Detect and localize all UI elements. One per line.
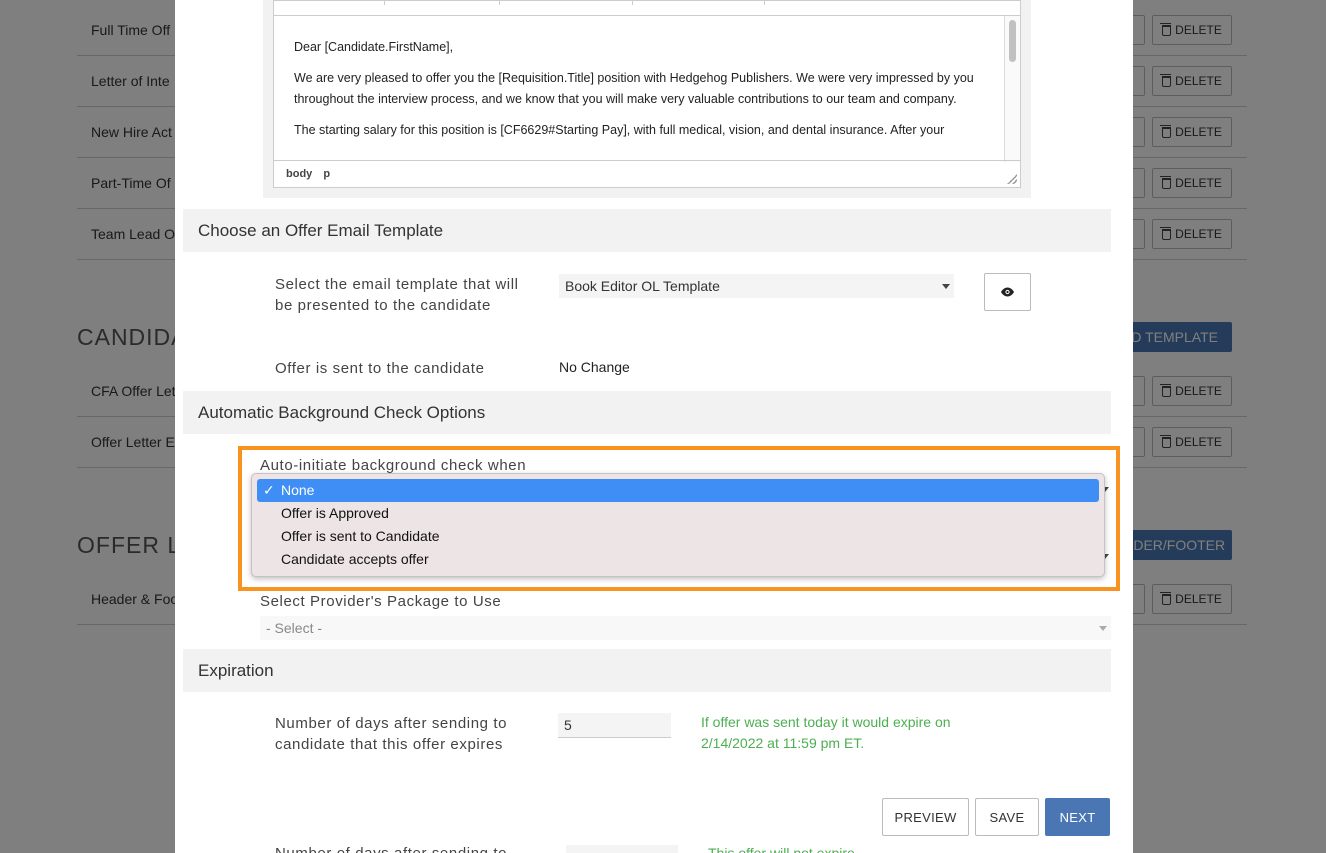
- preview-button[interactable]: PREVIEW: [882, 798, 969, 836]
- offer-sent-label: Offer is sent to the candidate: [275, 360, 485, 377]
- section-header-expiration: Expiration: [183, 649, 1111, 692]
- editor-paragraph: Dear [Candidate.FirstName],: [294, 40, 454, 54]
- scrollbar-thumb[interactable]: [1009, 20, 1016, 62]
- editor-statusbar: body p: [274, 160, 1020, 187]
- chevron-down-icon: [1099, 626, 1107, 631]
- element-path-p[interactable]: p: [323, 168, 330, 180]
- section-header-email-template: Choose an Offer Email Template: [183, 209, 1111, 252]
- editor-container: Dear [Candidate.FirstName], We are very …: [263, 0, 1031, 198]
- preview-template-button[interactable]: [984, 273, 1031, 311]
- no-expire-note: This offer will not expire: [708, 845, 855, 853]
- element-path-body[interactable]: body: [286, 168, 312, 180]
- eye-icon: [1001, 287, 1014, 297]
- expiration-note: If offer was sent today it would expire …: [701, 714, 951, 751]
- editor-scrollbar[interactable]: [1004, 16, 1020, 162]
- checkmark-icon: ✓: [263, 482, 275, 498]
- dropdown-option-none[interactable]: ✓ None: [257, 479, 1099, 502]
- second-days-label: Number of days after sending to: [275, 843, 507, 853]
- second-days-input[interactable]: [566, 845, 678, 853]
- section-header-background-check: Automatic Background Check Options: [183, 391, 1111, 434]
- dropdown-option-candidate-accepts[interactable]: Candidate accepts offer: [257, 548, 1099, 571]
- dropdown-option-offer-approved[interactable]: Offer is Approved: [257, 502, 1099, 525]
- chevron-down-icon: [942, 284, 950, 289]
- dropdown-option-offer-sent[interactable]: Offer is sent to Candidate: [257, 525, 1099, 548]
- next-button[interactable]: NEXT: [1045, 798, 1110, 836]
- editor-toolbar: [274, 1, 1020, 16]
- rich-text-editor: Dear [Candidate.FirstName], We are very …: [273, 0, 1021, 188]
- resize-handle-icon[interactable]: [1007, 174, 1017, 184]
- expiration-days-label: Number of days after sending to candidat…: [275, 715, 508, 753]
- editor-paragraph: We are very pleased to offer you the [Re…: [294, 71, 974, 106]
- provider-package-select[interactable]: - Select -: [260, 616, 1111, 640]
- save-button[interactable]: SAVE: [975, 798, 1039, 836]
- email-template-select[interactable]: Book Editor OL Template: [559, 274, 954, 298]
- offer-template-modal: Dear [Candidate.FirstName], We are very …: [175, 0, 1133, 853]
- auto-initiate-dropdown[interactable]: ✓ None Offer is Approved Offer is sent t…: [251, 473, 1105, 577]
- expiration-days-input[interactable]: 5: [558, 713, 671, 738]
- provider-package-label: Select Provider's Package to Use: [260, 593, 502, 610]
- offer-sent-value: No Change: [559, 359, 630, 375]
- email-template-label: Select the email template that will be p…: [275, 276, 519, 314]
- editor-content[interactable]: Dear [Candidate.FirstName], We are very …: [274, 16, 1004, 162]
- editor-paragraph: The starting salary for this position is…: [294, 123, 945, 137]
